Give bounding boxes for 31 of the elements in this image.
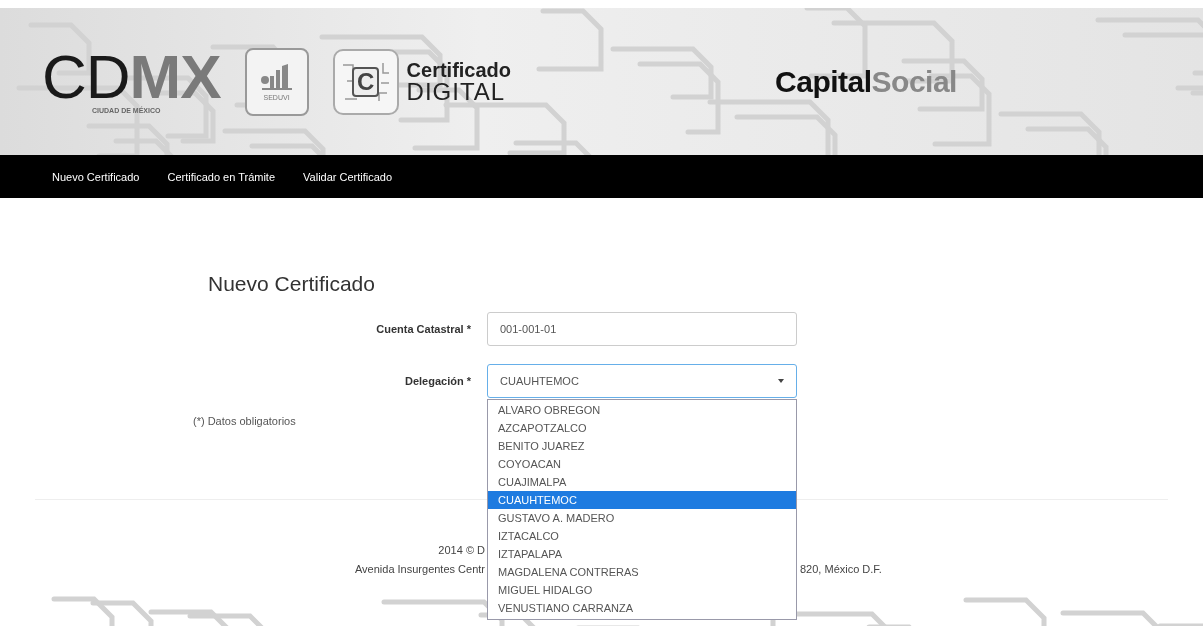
footer-text: Avenida Insurgentes Centr bbox=[353, 563, 486, 577]
required-note: (*) Datos obligatorios bbox=[193, 415, 296, 429]
cdmx-logo: CDMX bbox=[42, 49, 221, 105]
dropdown-field[interactable]: CUAUHTEMOC bbox=[487, 364, 797, 398]
dropdown-option[interactable]: ALVARO OBREGON bbox=[488, 401, 796, 419]
dropdown-option[interactable]: BENITO JUAREZ bbox=[488, 437, 796, 455]
capital-social-logo: CapitalSocial bbox=[775, 64, 957, 99]
certificate-title: Certificado bbox=[406, 59, 512, 80]
nav-link[interactable]: Validar Certificado bbox=[303, 170, 393, 183]
dropdown-option[interactable]: CUAUHTEMOC bbox=[488, 491, 796, 509]
footer-text: 820, México D.F. bbox=[799, 563, 883, 577]
dropdown-option[interactable]: AZCAPOTZALCO bbox=[488, 419, 796, 437]
dropdown-option[interactable]: MAGDALENA CONTRERAS bbox=[488, 563, 796, 581]
dropdown-option[interactable]: IZTACALCO bbox=[488, 527, 796, 545]
dropdown-option[interactable]: GUSTAVO A. MADERO bbox=[488, 509, 796, 527]
dropdown-option[interactable]: IZTAPALAPA bbox=[488, 545, 796, 563]
footer-text: 2014 © D bbox=[437, 544, 486, 558]
dropdown-option[interactable]: MIGUEL HIDALGO bbox=[488, 581, 796, 599]
certificate-logo: C bbox=[332, 48, 399, 115]
dropdown-option[interactable]: COYOACAN bbox=[488, 455, 796, 473]
nav-link[interactable]: Certificado en Trámite bbox=[167, 170, 276, 183]
field-label: Cuenta Catastral * bbox=[375, 323, 472, 335]
caret-icon bbox=[778, 379, 784, 383]
nav-link[interactable]: Nuevo Certificado bbox=[52, 170, 140, 183]
text-field[interactable]: 001-001-01 bbox=[487, 312, 797, 346]
certificate-subtitle: DIGITAL bbox=[406, 79, 507, 104]
dropdown-option[interactable]: VENUSTIANO CARRANZA bbox=[488, 599, 796, 617]
dropdown-option[interactable]: CUAJIMALPA bbox=[488, 473, 796, 491]
page-title: Nuevo Certificado bbox=[208, 272, 376, 297]
buildings-icon bbox=[259, 62, 294, 92]
field-label: Delegación * bbox=[403, 375, 472, 387]
